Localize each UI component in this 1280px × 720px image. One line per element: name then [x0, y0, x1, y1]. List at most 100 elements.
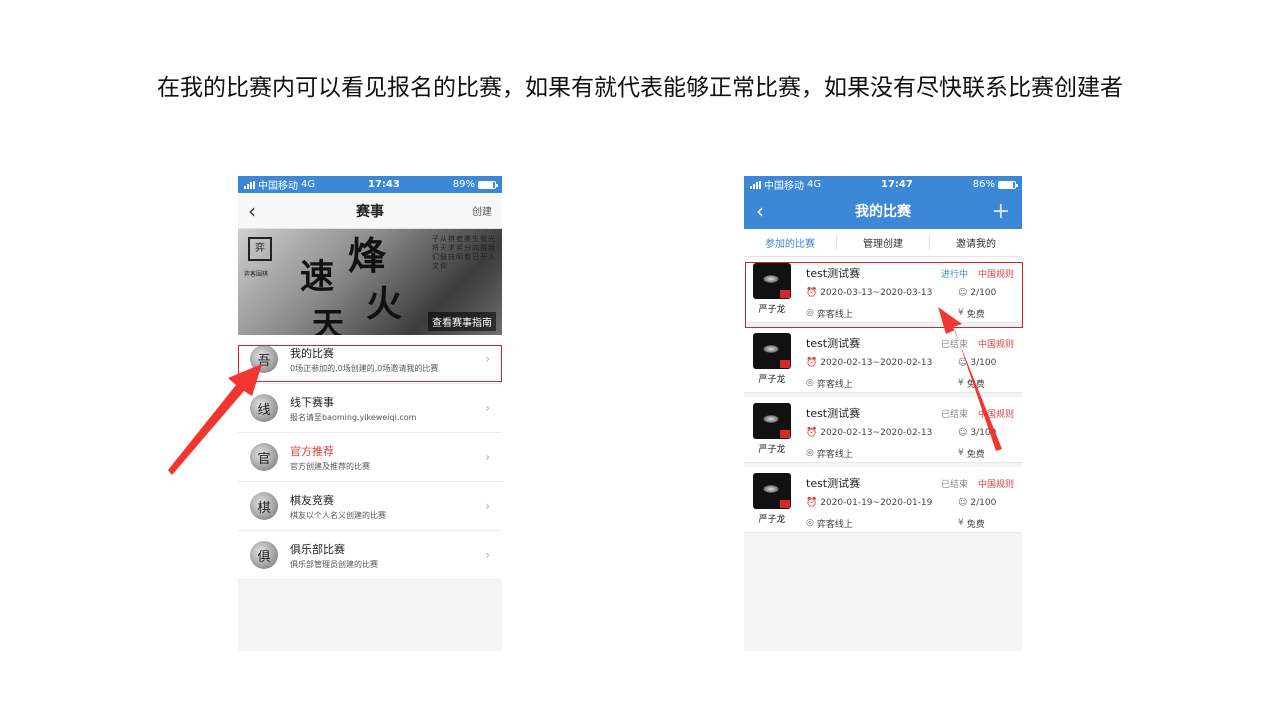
status-badge: 已结束 — [940, 409, 968, 420]
create-button[interactable]: 创建 — [462, 203, 492, 218]
calligraphy-icon: 天 — [312, 305, 345, 335]
chevron-left-icon[interactable]: ‹ — [756, 199, 786, 223]
menu-item-subtitle: 棋友以个人名义创建的比赛 — [290, 510, 386, 520]
china-flag-icon — [780, 360, 790, 368]
yen-icon: ¥ — [958, 448, 964, 458]
match-title: test测试赛 — [806, 407, 861, 420]
avatar — [753, 403, 791, 439]
event-guide-button[interactable]: 查看赛事指南 — [428, 312, 496, 331]
chevron-right-icon: › — [485, 548, 490, 562]
ink-stone-icon: 官 — [250, 443, 278, 471]
match-owner: 严子龙 — [758, 445, 786, 455]
rule-badge: 中国规则 — [977, 339, 1014, 350]
clock-icon: ⏰ — [806, 498, 818, 508]
battery-icon — [997, 180, 1018, 189]
highlight-box-my-matches — [238, 345, 502, 382]
location-pin-icon: ◎ — [806, 518, 814, 528]
slide-caption: 在我的比赛内可以看见报名的比赛，如果有就代表能够正常比赛，如果没有尽快联系比赛创… — [157, 75, 1123, 101]
status-badge: 已结束 — [940, 339, 968, 350]
match-fee: 免费 — [966, 449, 985, 460]
match-place: 弈客线上 — [816, 449, 853, 460]
match-owner: 严子龙 — [758, 375, 786, 385]
rule-badge: 中国规则 — [977, 479, 1014, 490]
menu-item[interactable]: 线线下赛事 报名请至baoming.yikeweiqi.com › — [238, 384, 502, 433]
carrier-label: 中国移动 — [764, 181, 804, 192]
rule-badge: 中国规则 — [977, 409, 1014, 420]
phone-screen-events: 中国移动 4G 17:43 89% ‹ 赛事 创建 弈 弈客围棋 速 烽 火 天… — [238, 176, 502, 651]
menu-item-subtitle: 俱乐部管理员创建的比赛 — [290, 559, 378, 569]
signal-icon — [750, 180, 761, 189]
users-icon: ☺ — [958, 428, 968, 438]
match-card[interactable]: 严子龙 test测试赛 已结束 中国规则 ⏰ 2020-01-19~2020-01-19 ☺… — [744, 467, 1022, 533]
carrier-label: 中国移动 — [258, 181, 298, 192]
menu-item-subtitle: 官方创建及推荐的比赛 — [290, 461, 370, 471]
battery-icon — [477, 180, 498, 189]
avatar — [753, 333, 791, 369]
calligraphy-icon: 火 — [366, 283, 403, 325]
annotation-arrows — [168, 307, 1002, 475]
menu-item-title: 棋友竞赛 — [290, 493, 334, 507]
ink-stone-icon: 线 — [250, 394, 278, 422]
chevron-right-icon: › — [485, 401, 490, 415]
menu-item-title: 官方推荐 — [290, 444, 334, 458]
tab-item[interactable]: 参加的比赛 — [744, 235, 837, 250]
highlight-box-first-match — [745, 262, 1023, 328]
nav-bar: ‹ 我的比赛 + — [744, 193, 1022, 229]
chevron-right-icon: › — [485, 499, 490, 513]
menu-item-title: 线下赛事 — [290, 395, 334, 409]
brand-mark-icon: 弈客围棋 — [244, 271, 269, 278]
clock: 17:47 — [881, 179, 913, 190]
calligraphy-icon: 速 — [300, 257, 334, 297]
china-flag-icon — [780, 500, 790, 508]
match-card[interactable]: 严子龙 test测试赛 已结束 中国规则 ⏰ 2020-02-13~2020-02-13 ☺… — [744, 397, 1022, 463]
menu-item[interactable]: 棋棋友竞赛棋友以个人名义创建的比赛 › — [238, 482, 502, 531]
location-pin-icon: ◎ — [806, 448, 814, 458]
match-place: 弈客线上 — [816, 519, 853, 530]
plus-icon[interactable]: + — [980, 199, 1010, 224]
nav-bar: ‹ 赛事 创建 — [238, 193, 502, 229]
chevron-right-icon: › — [485, 450, 490, 464]
yen-icon: ¥ — [958, 518, 964, 528]
match-dates: 2020-02-13~2020-02-13 — [820, 428, 933, 438]
users-icon: ☺ — [958, 358, 968, 368]
match-dates: 2020-02-13~2020-02-13 — [820, 358, 933, 368]
match-players: 3/100 — [970, 358, 997, 368]
network-label: 4G — [301, 179, 316, 190]
ink-stone-icon: 俱 — [250, 541, 278, 569]
match-title: test测试赛 — [806, 477, 861, 490]
match-fee: 免费 — [966, 519, 985, 530]
match-players: 2/100 — [970, 498, 997, 508]
clock: 17:43 — [368, 179, 400, 190]
menu-item[interactable]: 官官方推荐官方创建及推荐的比赛 › — [238, 433, 502, 482]
menu-item[interactable]: 俱俱乐部比赛俱乐部管理员创建的比赛 › — [238, 531, 502, 580]
match-owner: 严子龙 — [758, 515, 786, 525]
ink-stone-icon: 棋 — [250, 492, 278, 520]
signal-icon — [244, 180, 255, 189]
match-card[interactable]: 严子龙 test测试赛 已结束 中国规则 ⏰ 2020-02-13~2020-02-13 ☺… — [744, 327, 1022, 393]
status-bar: 中国移动 4G 17:43 89% — [238, 176, 502, 193]
calligraphy-icon: 烽 — [348, 233, 387, 278]
page-title: 赛事 — [356, 203, 384, 220]
yen-icon: ¥ — [958, 378, 964, 388]
location-pin-icon: ◎ — [806, 378, 814, 388]
phone-screen-my-matches: 中国移动 4G 17:47 86% ‹ 我的比赛 + 参加的比赛 管理创建 邀请我的… — [744, 176, 1022, 651]
match-players: 3/100 — [970, 428, 997, 438]
calligraphy-text-icon: 子从棋者美生循光将天求奖分向赛我们鼓扶明看已开入文你 — [432, 235, 496, 270]
battery-percent: 86% — [972, 179, 995, 190]
match-place: 弈客线上 — [816, 379, 853, 390]
match-title: test测试赛 — [806, 337, 861, 350]
clock-icon: ⏰ — [806, 428, 818, 438]
match-fee: 免费 — [966, 379, 985, 390]
tab-item[interactable]: 管理创建 — [837, 235, 930, 250]
network-label: 4G — [807, 179, 822, 190]
clock-icon: ⏰ — [806, 358, 818, 368]
page-title: 我的比赛 — [855, 204, 911, 220]
event-banner[interactable]: 弈 弈客围棋 速 烽 火 天 子从棋者美生循光将天求奖分向赛我们鼓扶明看已开入文… — [238, 229, 502, 335]
tab-bar: 参加的比赛 管理创建 邀请我的 — [744, 229, 1022, 257]
battery-percent: 89% — [452, 179, 475, 190]
china-flag-icon — [780, 430, 790, 438]
chevron-left-icon[interactable]: ‹ — [248, 199, 278, 223]
users-icon: ☺ — [958, 498, 968, 508]
tab-item[interactable]: 邀请我的 — [930, 235, 1022, 250]
menu-item-title: 俱乐部比赛 — [290, 542, 345, 556]
